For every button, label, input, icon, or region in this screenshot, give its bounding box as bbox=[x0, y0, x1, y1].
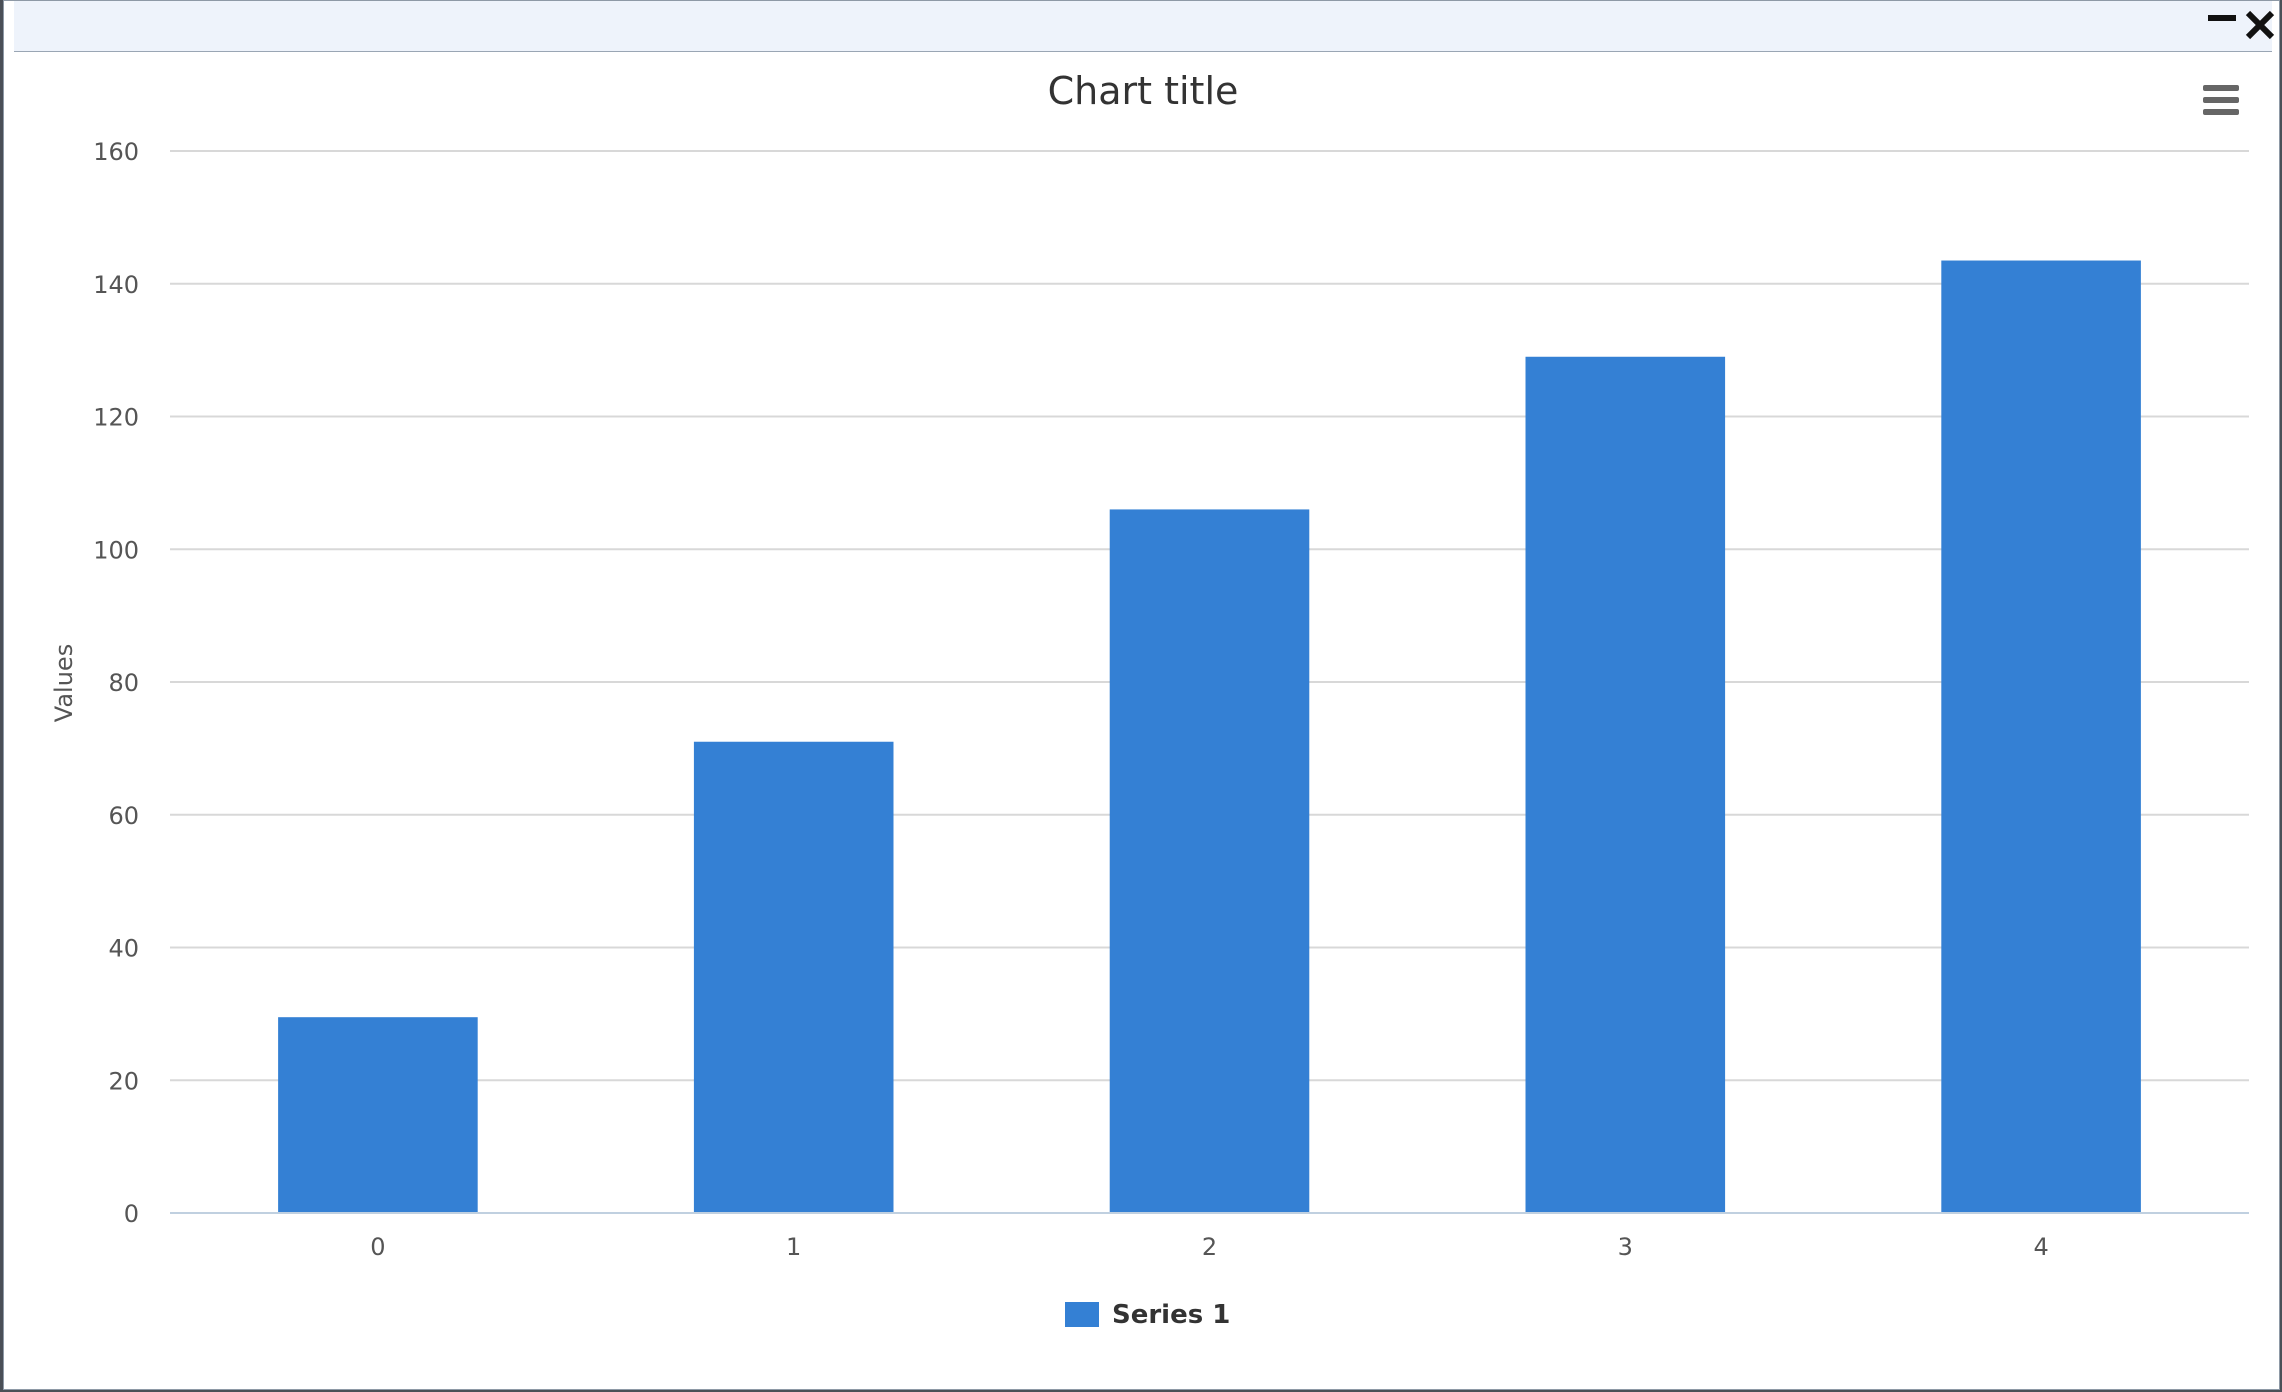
x-tick-label: 2 bbox=[1202, 1233, 1217, 1261]
hamburger-menu-icon[interactable] bbox=[2200, 81, 2240, 119]
legend[interactable]: Series 1 bbox=[1065, 1300, 1230, 1330]
y-tick-label: 0 bbox=[124, 1200, 139, 1228]
y-tick-label: 120 bbox=[93, 404, 139, 432]
y-tick-label: 160 bbox=[93, 138, 139, 166]
y-tick-label: 140 bbox=[93, 271, 139, 299]
x-tick-label: 4 bbox=[2033, 1233, 2048, 1261]
bar-1[interactable] bbox=[693, 741, 894, 1213]
y-tick-label: 60 bbox=[108, 802, 139, 830]
y-tick-label: 20 bbox=[108, 1067, 139, 1095]
y-axis-label: Values bbox=[50, 644, 78, 722]
bars bbox=[278, 260, 2141, 1213]
bar-2[interactable] bbox=[1109, 509, 1310, 1213]
x-tick-label: 3 bbox=[1618, 1233, 1633, 1261]
chart-title: Chart title bbox=[1048, 69, 1239, 113]
x-tick-label: 0 bbox=[370, 1233, 385, 1261]
y-tick-label: 80 bbox=[108, 669, 139, 697]
chart-window: 0 20 40 60 80 100 120 140 160 01234 Chart title … bbox=[3, 0, 2280, 1390]
y-tick-label: 100 bbox=[93, 536, 139, 564]
x-tick-label: 1 bbox=[786, 1233, 801, 1261]
y-tick-label: 40 bbox=[108, 935, 139, 963]
x-axis-tick-labels: 0 1 2 3 4 bbox=[370, 1233, 2048, 1261]
bar-chart: 020406080100120140160 01234 Chart title … bbox=[50, 69, 2249, 1330]
y-axis-tick-labels: 0 20 40 60 80 100 120 140 160 bbox=[93, 138, 139, 1228]
legend-swatch bbox=[1065, 1302, 1099, 1327]
bar-3[interactable] bbox=[1525, 356, 1726, 1213]
legend-label-series-1: Series 1 bbox=[1112, 1300, 1230, 1330]
bar-4[interactable] bbox=[1941, 260, 2141, 1213]
bar-0[interactable] bbox=[278, 1017, 478, 1213]
